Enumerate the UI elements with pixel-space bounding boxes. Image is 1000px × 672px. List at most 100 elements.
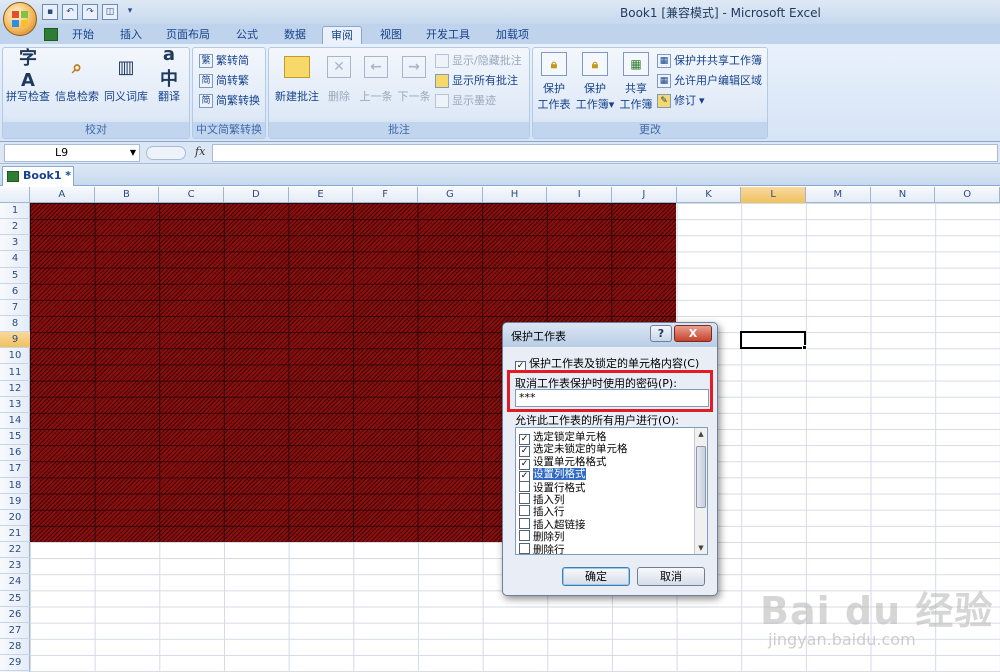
- spell-check-button[interactable]: 字A 拼写检查: [5, 48, 51, 104]
- track-changes-button[interactable]: ✎ 修订 ▾: [657, 92, 705, 110]
- row-header[interactable]: 29: [0, 655, 30, 672]
- simp-to-trad-button[interactable]: 简简转繁: [199, 72, 249, 90]
- row-header[interactable]: 25: [0, 591, 30, 607]
- row-header[interactable]: 28: [0, 639, 30, 656]
- row-header[interactable]: 10: [0, 348, 30, 365]
- name-box[interactable]: L9 ▼: [4, 144, 140, 162]
- permission-item[interactable]: ✓ 设置列格式: [519, 468, 691, 483]
- column-header[interactable]: O: [935, 187, 1000, 203]
- row-header[interactable]: 26: [0, 607, 30, 623]
- row-header[interactable]: 21: [0, 526, 30, 543]
- chevron-down-icon[interactable]: ▼: [130, 145, 136, 161]
- permissions-list[interactable]: ✓ 选定锁定单元格 ✓ 选定未锁定的单元格 ✓ 设置单元格格式 ✓ 设置列格式 设置行格式 插入列…: [515, 427, 708, 555]
- row-header[interactable]: 27: [0, 623, 30, 640]
- insert-function-icon[interactable]: fx: [195, 145, 205, 158]
- checkbox-icon[interactable]: [519, 530, 530, 542]
- conversion-button[interactable]: 简简繁转换: [199, 92, 260, 110]
- row-header[interactable]: 9: [0, 332, 30, 349]
- row-header[interactable]: 23: [0, 558, 30, 575]
- previous-comment-button[interactable]: ← 上一条: [357, 52, 395, 104]
- tab-formulas[interactable]: 公式: [228, 26, 266, 44]
- scroll-down-icon[interactable]: ▼: [695, 542, 707, 554]
- permission-item[interactable]: 插入列: [519, 493, 691, 506]
- protect-share-workbook-button[interactable]: ▦ 保护并共享工作簿: [657, 52, 762, 70]
- redo-icon[interactable]: ↷: [82, 4, 98, 20]
- tab-data[interactable]: 数据: [276, 26, 314, 44]
- row-header[interactable]: 4: [0, 251, 30, 268]
- checkbox-icon[interactable]: [519, 505, 530, 517]
- tab-review[interactable]: 审阅: [322, 26, 362, 44]
- fill-handle[interactable]: [802, 345, 807, 350]
- tab-add-ins[interactable]: 加载项: [488, 26, 537, 44]
- row-header[interactable]: 15: [0, 429, 30, 446]
- column-header[interactable]: F: [353, 187, 418, 203]
- scroll-thumb[interactable]: [696, 446, 706, 508]
- delete-comment-button[interactable]: ✕ 删除: [323, 52, 355, 104]
- row-header[interactable]: 2: [0, 219, 30, 236]
- permission-item[interactable]: 插入超链接: [519, 517, 691, 531]
- tab-page-layout[interactable]: 页面布局: [158, 26, 218, 44]
- column-header[interactable]: E: [289, 187, 354, 203]
- cancel-button[interactable]: 取消: [637, 567, 705, 586]
- row-header[interactable]: 17: [0, 461, 30, 478]
- save-icon[interactable]: ▪: [42, 4, 58, 20]
- protect-workbook-button[interactable]: 🔒︎ 保护 工作簿▾: [575, 52, 615, 112]
- dialog-title-bar[interactable]: 保护工作表 ? X: [503, 323, 717, 347]
- row-header[interactable]: 14: [0, 413, 30, 430]
- row-header[interactable]: 6: [0, 284, 30, 300]
- row-header[interactable]: 20: [0, 510, 30, 526]
- trad-to-simp-button[interactable]: 繁繁转简: [199, 52, 249, 70]
- checkbox-icon[interactable]: [519, 493, 530, 504]
- permission-item[interactable]: 删除列: [519, 530, 691, 543]
- column-header[interactable]: B: [95, 187, 160, 203]
- row-header[interactable]: 19: [0, 494, 30, 510]
- column-header[interactable]: L: [741, 187, 807, 203]
- formula-input[interactable]: [212, 144, 998, 162]
- column-header[interactable]: G: [418, 187, 483, 203]
- show-hide-comment-button[interactable]: 显示/隐藏批注: [435, 52, 522, 70]
- column-header[interactable]: D: [224, 187, 289, 203]
- workbook-tab[interactable]: Book1 *: [2, 166, 74, 186]
- row-header[interactable]: 7: [0, 300, 30, 317]
- thesaurus-button[interactable]: ▥ 同义词库: [102, 52, 150, 104]
- row-header[interactable]: 3: [0, 235, 30, 252]
- column-header[interactable]: I: [547, 187, 613, 203]
- row-header[interactable]: 18: [0, 478, 30, 494]
- active-cell[interactable]: [740, 331, 806, 349]
- help-button[interactable]: ?: [650, 325, 672, 342]
- select-all-corner[interactable]: [0, 187, 30, 203]
- tab-view[interactable]: 视图: [372, 26, 410, 44]
- checkbox-icon[interactable]: [519, 542, 530, 554]
- permissions-scrollbar[interactable]: ▲ ▼: [694, 428, 707, 554]
- permission-item[interactable]: ✓ 设置单元格格式: [519, 456, 691, 470]
- show-ink-button[interactable]: 显示墨迹: [435, 92, 496, 110]
- new-comment-button[interactable]: 新建批注: [271, 52, 323, 104]
- next-comment-button[interactable]: → 下一条: [395, 52, 433, 104]
- column-header[interactable]: H: [483, 187, 548, 203]
- show-all-comments-button[interactable]: 显示所有批注: [435, 72, 518, 90]
- protect-sheet-button[interactable]: 🔒︎ 保护 工作表: [535, 52, 573, 112]
- formula-bar-expand-handle[interactable]: [146, 146, 186, 160]
- office-button[interactable]: [3, 2, 37, 36]
- undo-icon[interactable]: ↶: [62, 4, 78, 20]
- checkbox-icon[interactable]: [519, 480, 530, 492]
- tab-insert[interactable]: 插入: [112, 26, 150, 44]
- allow-edit-ranges-button[interactable]: ▦ 允许用户编辑区域: [657, 72, 762, 90]
- share-workbook-button[interactable]: ▦ 共享 工作簿: [617, 52, 655, 112]
- column-header[interactable]: C: [159, 187, 224, 203]
- print-preview-icon[interactable]: ◫: [102, 4, 118, 20]
- row-header[interactable]: 13: [0, 397, 30, 413]
- customize-qat-icon[interactable]: ▾: [122, 4, 138, 20]
- checkbox-icon[interactable]: [519, 517, 530, 529]
- tab-developer[interactable]: 开发工具: [418, 26, 478, 44]
- row-header[interactable]: 24: [0, 574, 30, 591]
- permission-item[interactable]: 插入行: [519, 505, 691, 518]
- row-header[interactable]: 1: [0, 203, 30, 220]
- translate-button[interactable]: a中 翻译: [151, 44, 187, 104]
- column-header[interactable]: M: [806, 187, 871, 203]
- ok-button[interactable]: 确定: [562, 567, 630, 586]
- permission-item[interactable]: ✓ 选定未锁定的单元格: [519, 443, 691, 458]
- column-header[interactable]: J: [612, 187, 677, 203]
- row-header[interactable]: 22: [0, 542, 30, 559]
- permission-item[interactable]: 设置行格式: [519, 480, 691, 494]
